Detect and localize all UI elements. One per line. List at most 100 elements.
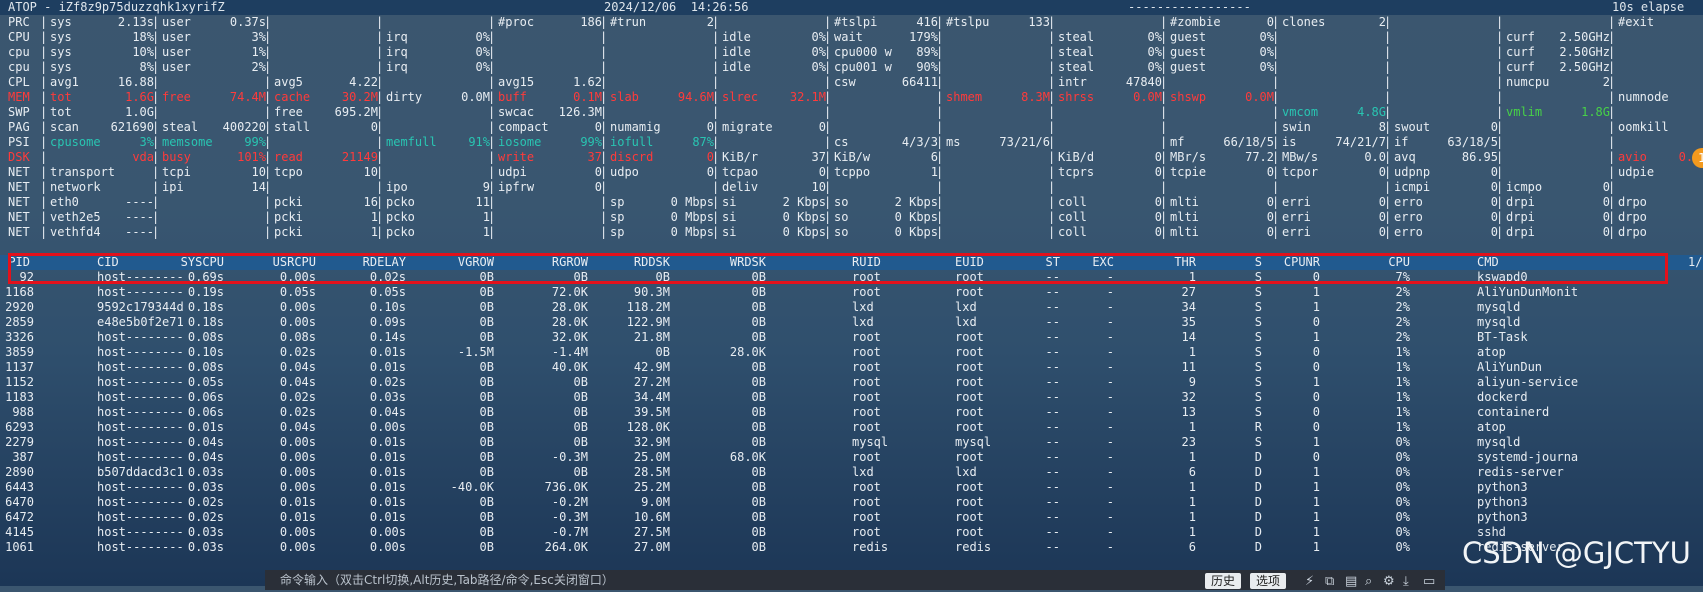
metric-key: dirty <box>386 90 423 104</box>
cell-thr: 34 <box>1181 300 1196 314</box>
history-button[interactable]: 历史 <box>1205 573 1242 589</box>
cell-pid: 2279 <box>5 435 34 449</box>
column-separator: | <box>600 225 608 239</box>
process-row[interactable]: 2279 host-------- 0.04s 0.00s 0.01s 0B 0B 32.9M… <box>0 435 1703 450</box>
process-row[interactable]: 1137 host-------- 0.08s 0.04s 0.01s 0B 40.0K 42… <box>0 360 1703 375</box>
process-row[interactable]: 2859 e48e5b0f2e71 0.18s 0.00s 0.09s 0B 28.0K 12… <box>0 315 1703 330</box>
column-separator: | <box>40 30 48 44</box>
metric-value: 86.95 <box>1461 150 1498 164</box>
process-row[interactable]: 2890 b507ddacd3c1 0.03s 0.00s 0.01s 0B 0B 28.5M… <box>0 465 1703 480</box>
column-separator: | <box>264 210 272 224</box>
process-row[interactable]: 3326 host-------- 0.08s 0.08s 0.14s 0B 32.0K 21… <box>0 330 1703 345</box>
lightning-icon[interactable]: ⚡ <box>1305 572 1314 592</box>
cell-usrcpu: 0.04s <box>279 375 316 389</box>
column-separator: | <box>1048 105 1056 119</box>
process-row[interactable]: 2920 9592c179344d 0.18s 0.00s 0.10s 0B 28.0K 11… <box>0 300 1703 315</box>
cell-syscpu: 0.19s <box>187 285 224 299</box>
metric-key: deliv <box>722 180 759 194</box>
metric-key: drpi <box>1506 225 1535 239</box>
cell-st: -- <box>1045 510 1060 524</box>
metric-key: irq <box>386 45 408 59</box>
process-row[interactable]: 6443 host-------- 0.03s 0.00s 0.01s -40.0K 736… <box>0 480 1703 495</box>
metric-value: 10 <box>363 165 378 179</box>
cell-s: S <box>1254 300 1262 314</box>
command-input-bar[interactable]: 命令输入（双击Ctrl切换,Alt历史,Tab路径/命令,Esc关闭窗口） 历史… <box>265 570 1445 590</box>
command-prompt[interactable]: 命令输入（双击Ctrl切换,Alt历史,Tab路径/命令,Esc关闭窗口） <box>280 570 614 590</box>
metric-key: pcki <box>274 225 303 239</box>
cell-thr: 23 <box>1181 435 1196 449</box>
metric-value: 10 <box>251 165 266 179</box>
process-row[interactable]: 4145 host-------- 0.03s 0.00s 0.00s 0B -0.7M 27… <box>0 525 1703 540</box>
cell-rddsk: 27.0M <box>633 540 670 554</box>
cell-rdelay: 0.01s <box>369 495 406 509</box>
process-row[interactable]: 6293 host-------- 0.01s 0.04s 0.00s 0B 0B 128.0… <box>0 420 1703 435</box>
metric-value: 0 <box>1266 210 1274 224</box>
metric-key: cpusome <box>50 135 101 149</box>
metric-key: swcac <box>498 105 535 119</box>
metric-key: ipo <box>386 180 408 194</box>
metric-key: so <box>834 195 849 209</box>
metric-key: udpie <box>1618 165 1655 179</box>
gear-icon[interactable]: ⚙ <box>1383 572 1395 592</box>
options-button[interactable]: 选项 <box>1250 573 1287 589</box>
process-row[interactable]: 988 host-------- 0.06s 0.02s 0.04s 0B 0B 39.5M 0… <box>0 405 1703 420</box>
column-separator: | <box>824 15 832 29</box>
cell-rdelay: 0.01s <box>369 480 406 494</box>
cell-cmd: aliyun-service <box>1477 375 1579 389</box>
cell-pid: 6470 <box>5 495 34 509</box>
metric-key: erri <box>1282 210 1311 224</box>
metric-key: tcpie <box>1170 165 1207 179</box>
cell-st: -- <box>1045 360 1060 374</box>
cell-cpu: 1% <box>1395 345 1410 359</box>
process-row[interactable]: 1061 host-------- 0.03s 0.00s 0.00s 0B 264.0K 2… <box>0 540 1703 555</box>
process-row[interactable]: 6472 host-------- 0.02s 0.01s 0.01s 0B -0.3M 10… <box>0 510 1703 525</box>
cell-wrdsk: 0B <box>751 360 766 374</box>
process-row[interactable]: 1168 host-------- 0.19s 0.05s 0.05s 0B 72.0K 90… <box>0 285 1703 300</box>
title-host: ATOP - iZf8z9p75duzzqhk1xyrifZ <box>8 0 225 14</box>
cell-cpu: 2% <box>1395 285 1410 299</box>
copy-icon[interactable]: ⧉ <box>1325 572 1334 592</box>
cell-vgrow: 0B <box>479 300 494 314</box>
metric-value: 1 <box>482 225 490 239</box>
cell-thr: 32 <box>1181 390 1196 404</box>
cell-cpu: 2% <box>1395 330 1410 344</box>
cell-rddsk: 25.0M <box>633 450 670 464</box>
paste-icon[interactable]: ▤ <box>1345 572 1357 592</box>
metric-key: intr <box>1058 75 1087 89</box>
cell-pid: 4145 <box>5 525 34 539</box>
column-separator: | <box>1496 30 1504 44</box>
metric-key: coll <box>1058 210 1087 224</box>
column-separator: | <box>40 45 48 59</box>
cell-vgrow: 0B <box>479 465 494 479</box>
window-icon[interactable]: ▭ <box>1423 572 1435 592</box>
process-row[interactable]: 1183 host-------- 0.06s 0.02s 0.03s 0B 0B 34.4M… <box>0 390 1703 405</box>
metric-key: KiB/d <box>1058 150 1095 164</box>
metric-value: 0% <box>475 30 490 44</box>
cell-euid: mysql <box>955 435 992 449</box>
cell-syscpu: 0.10s <box>187 345 224 359</box>
cell-pid: 2890 <box>5 465 34 479</box>
cell-thr: 1 <box>1188 345 1196 359</box>
metric-key: so <box>834 210 849 224</box>
cell-vgrow: 0B <box>479 420 494 434</box>
process-row[interactable]: 3859 host-------- 0.10s 0.02s 0.01s -1.5M -1.4… <box>0 345 1703 360</box>
atop-terminal[interactable]: ATOP - iZf8z9p75duzzqhk1xyrifZ 2024/12/0… <box>0 0 1703 586</box>
metric-value: 0 Kbps <box>894 225 938 239</box>
column-separator: | <box>1384 60 1392 74</box>
metric-value: 0.1M <box>573 90 602 104</box>
column-header-1[interactable]: 1/ <box>1688 255 1702 270</box>
process-row[interactable]: 1152 host-------- 0.05s 0.04s 0.02s 0B 0B 27.2M… <box>0 375 1703 390</box>
cell-usrcpu: 0.00s <box>279 525 316 539</box>
process-row[interactable]: 6470 host-------- 0.02s 0.01s 0.01s 0B -0.2M 9.… <box>0 495 1703 510</box>
cell-cpunr: 0 <box>1312 345 1320 359</box>
download-icon[interactable]: ⤓ <box>1403 572 1409 592</box>
row-label: CPU <box>8 30 30 44</box>
column-separator: | <box>376 60 384 74</box>
process-row[interactable]: 387 host-------- 0.04s 0.00s 0.01s 0B -0.3M 25.… <box>0 450 1703 465</box>
metric-value: 0 <box>1378 195 1386 209</box>
row-label: NET <box>8 165 30 179</box>
search-icon[interactable]: ⌕ <box>1365 572 1372 592</box>
metric-value: 1.62 <box>573 75 602 89</box>
column-separator: | <box>40 60 48 74</box>
metric-value: 0 <box>818 165 826 179</box>
